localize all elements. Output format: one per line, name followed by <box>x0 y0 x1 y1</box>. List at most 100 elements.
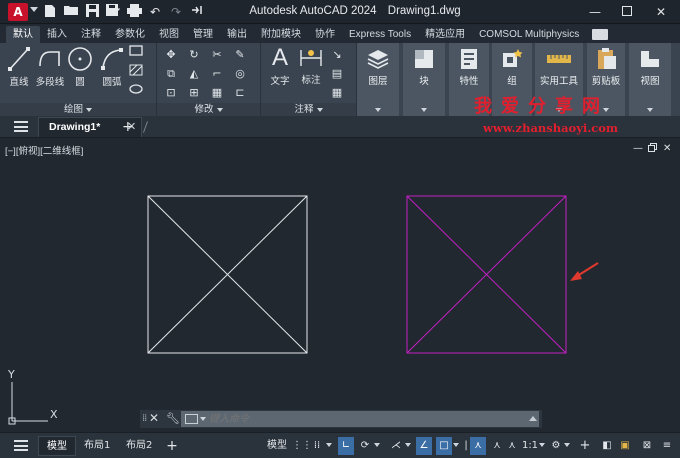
auto-scale-icon[interactable]: ⋏ <box>489 437 505 455</box>
wrench-icon[interactable]: 🔧︎ <box>166 412 180 425</box>
rotate-icon[interactable]: ↻ <box>186 47 202 63</box>
grip-icon[interactable]: ⁞⁞ <box>142 413 147 424</box>
hatch-icon[interactable] <box>128 64 144 80</box>
clean-screen-icon[interactable]: ⊠ <box>640 437 654 455</box>
draw-panel-title: 绘图 <box>63 104 83 115</box>
command-line: ⁞⁞ ✕ 🔧︎ <box>140 410 542 428</box>
line-tool[interactable]: 直线 <box>5 46 33 88</box>
annotation-scale-value[interactable]: 1:1 <box>521 437 539 455</box>
erase-icon[interactable]: ✎ <box>232 47 248 63</box>
chevron-up-icon[interactable] <box>529 416 537 421</box>
tab-express-tools[interactable]: Express Tools <box>342 26 418 43</box>
tab-model[interactable]: 模型 <box>38 436 76 456</box>
grid-icon[interactable]: ⋮⋮ <box>292 437 312 455</box>
groups-button[interactable]: 组 <box>493 47 531 87</box>
chevron-down-icon[interactable] <box>373 437 381 455</box>
add-tab-icon[interactable]: + <box>122 119 134 135</box>
drawing-area[interactable]: [−][俯视][二维线框] — ✕ Y X <box>0 139 680 431</box>
arc-tool[interactable]: 圆弧 <box>98 46 126 88</box>
array-icon[interactable]: ▦ <box>209 85 225 101</box>
chevron-down-icon[interactable] <box>538 437 546 455</box>
tab-addins[interactable]: 附加模块 <box>254 26 308 43</box>
circle-tool[interactable]: 圆 <box>67 46 93 88</box>
table-icon[interactable]: ▤ <box>329 66 345 82</box>
layers-panel[interactable]: 图层 <box>357 43 399 116</box>
chevron-down-icon[interactable] <box>563 437 571 455</box>
fillet-icon[interactable]: ⌐ <box>209 66 225 82</box>
command-input[interactable] <box>181 411 539 427</box>
chevron-down-icon[interactable] <box>200 417 206 421</box>
isodraft-icon[interactable]: ⋌ <box>389 437 403 455</box>
ortho-icon[interactable]: ∟ <box>338 437 354 455</box>
close-icon[interactable]: ✕ <box>149 411 159 425</box>
tab-layout2[interactable]: 布局2 <box>118 436 160 456</box>
chevron-down-icon[interactable] <box>325 437 333 455</box>
polyline-tool[interactable]: 多段线 <box>35 46 65 88</box>
move-icon[interactable]: ✥ <box>163 47 179 63</box>
mirror-icon[interactable]: ◭ <box>186 66 202 82</box>
clipboard-button[interactable]: 剪贴板 <box>587 47 625 87</box>
maximize-button[interactable] <box>612 2 642 22</box>
scale-icon[interactable]: ⊞ <box>186 85 202 101</box>
command-prompt-icon[interactable] <box>185 414 198 424</box>
tab-layout1[interactable]: 布局1 <box>76 436 118 456</box>
properties-button[interactable]: 特性 <box>450 47 488 87</box>
tab-manage[interactable]: 管理 <box>186 26 220 43</box>
add-layout-icon[interactable]: + <box>164 437 180 455</box>
offset-icon[interactable]: ⊏ <box>232 85 248 101</box>
white-box[interactable] <box>147 195 308 354</box>
layout-menu-icon[interactable] <box>14 440 28 451</box>
ellipse-icon[interactable] <box>128 83 144 99</box>
tab-annotate[interactable]: 注释 <box>74 26 108 43</box>
annotation-visibility-icon[interactable]: ⋏ <box>470 437 486 455</box>
magenta-box[interactable] <box>406 195 567 354</box>
tab-featured-apps[interactable]: 精选应用 <box>418 26 472 43</box>
utilities-button[interactable]: 实用工具 <box>536 47 582 87</box>
lineweight-icon[interactable]: | <box>464 437 468 455</box>
dimension-tool[interactable]: 标注 <box>297 46 325 86</box>
ribbon-minimize-toggle[interactable] <box>592 29 609 40</box>
annotation-panel-footer[interactable]: 注释 <box>261 103 356 116</box>
trim-icon[interactable]: ✂ <box>209 47 225 63</box>
view-button[interactable]: 视图 <box>631 47 669 87</box>
draw-panel-footer[interactable]: 绘图 <box>0 103 156 116</box>
leader-icon[interactable]: ↘ <box>329 47 345 63</box>
tab-insert[interactable]: 插入 <box>40 26 74 43</box>
chevron-down-icon[interactable] <box>421 108 427 112</box>
tab-default[interactable]: 默认 <box>6 26 40 43</box>
modify-panel-footer[interactable]: 修改 <box>157 103 260 116</box>
layers-button[interactable]: 图层 <box>359 47 397 87</box>
table-grid-icon[interactable]: ▦ <box>329 85 345 101</box>
snap-icon[interactable]: ⁞⁞ <box>310 437 324 455</box>
block-panel[interactable]: 块 <box>403 43 445 116</box>
copy-icon[interactable]: ⧉ <box>163 66 179 82</box>
annotation-scale-icon[interactable]: ⋏ <box>505 437 519 455</box>
object-snap-icon[interactable]: □ <box>436 437 452 455</box>
explode-icon[interactable]: ◎ <box>232 66 248 82</box>
plus-icon[interactable]: + <box>578 437 592 455</box>
menu-icon[interactable] <box>14 121 28 132</box>
hardware-acceleration-icon[interactable]: ▣ <box>618 437 632 455</box>
isolate-objects-icon[interactable]: ◧ <box>600 437 614 455</box>
tab-comsol[interactable]: COMSOL Multiphysics <box>472 26 586 43</box>
chevron-down-icon[interactable] <box>404 437 412 455</box>
tab-view[interactable]: 视图 <box>152 26 186 43</box>
model-space-button[interactable]: 模型 <box>265 437 289 455</box>
rectangle-icon[interactable] <box>128 45 144 61</box>
tab-parametric[interactable]: 参数化 <box>108 26 152 43</box>
polar-icon[interactable]: ⟳ <box>357 437 373 455</box>
customization-menu-icon[interactable]: ≡ <box>660 437 674 455</box>
tab-output[interactable]: 输出 <box>220 26 254 43</box>
minimize-button[interactable]: — <box>580 2 610 22</box>
block-button[interactable]: 块 <box>405 47 443 87</box>
chevron-down-icon[interactable] <box>375 108 381 112</box>
view-panel[interactable]: 视图 <box>629 43 671 116</box>
text-tool[interactable]: A 文字 <box>265 45 295 88</box>
chevron-down-icon[interactable] <box>647 108 653 112</box>
workspace-gear-icon[interactable]: ⚙ <box>549 437 563 455</box>
chevron-down-icon[interactable] <box>452 437 460 455</box>
close-button[interactable]: ✕ <box>646 2 676 22</box>
object-snap-tracking-icon[interactable]: ∠ <box>416 437 432 455</box>
stretch-icon[interactable]: ⊡ <box>163 85 179 101</box>
tab-collaborate[interactable]: 协作 <box>308 26 342 43</box>
